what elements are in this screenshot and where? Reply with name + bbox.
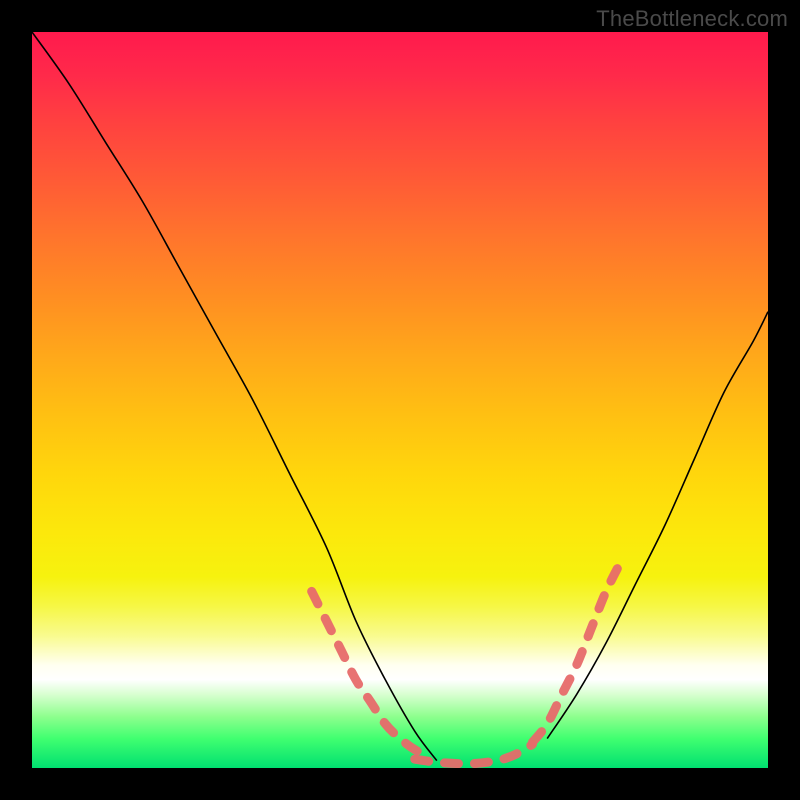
- plot-svg: [32, 32, 768, 768]
- series-right-shoulder-dashed: [532, 562, 620, 742]
- watermark-label: TheBottleneck.com: [596, 6, 788, 32]
- chart-frame: TheBottleneck.com: [0, 0, 800, 800]
- plot-area: [32, 32, 768, 768]
- series-curve-right-solid: [547, 312, 768, 739]
- series-curve-left: [32, 32, 437, 761]
- series-left-shoulder-dashed: [312, 591, 430, 757]
